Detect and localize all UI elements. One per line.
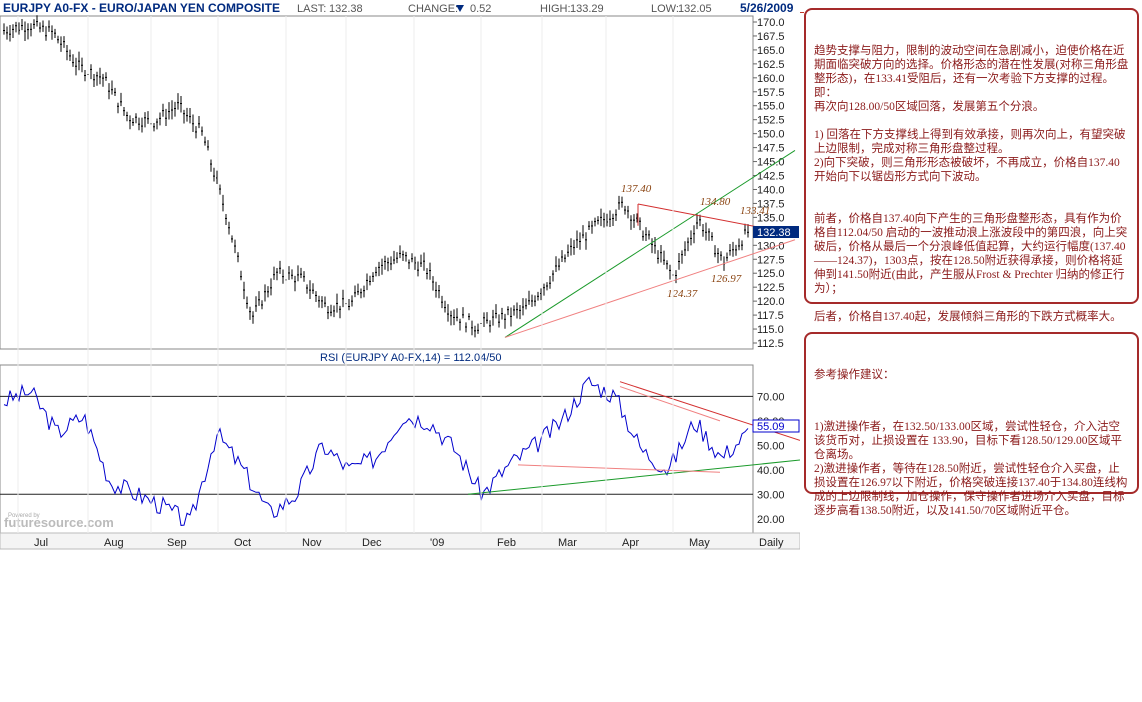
- x-tick-label: Jul: [34, 537, 48, 549]
- low-value: 132.05: [678, 3, 712, 15]
- rsi-label: RSI (EURJPY A0-FX,14) = 112.04/50: [320, 352, 502, 364]
- annotation-133-41: 133.41: [740, 205, 770, 217]
- price-tick-label: 140.0: [757, 184, 785, 196]
- x-tick-label: Sep: [167, 537, 187, 549]
- rsi-panel: [0, 364, 754, 534]
- rsi-tick-label: 70.00: [757, 391, 785, 403]
- rsi-tick-label: 40.00: [757, 465, 785, 477]
- rsi-tick-label: 50.00: [757, 440, 785, 452]
- price-tick-label: 150.0: [757, 129, 785, 141]
- x-tick-label: May: [689, 537, 710, 549]
- price-tick-label: 122.5: [757, 282, 785, 294]
- annotation-134-80: 134.80: [700, 196, 731, 208]
- price-tick-label: 162.5: [757, 59, 785, 71]
- rsi-tick-label: 30.00: [757, 489, 785, 501]
- x-tick-label: Nov: [302, 537, 322, 549]
- x-tick-label: Daily: [759, 537, 784, 549]
- change-value: 0.52: [470, 3, 491, 15]
- x-tick-label: Feb: [497, 537, 516, 549]
- price-tick-label: 117.5: [757, 310, 784, 322]
- annotation-137-40: 137.40: [621, 183, 652, 195]
- analysis-text: 趋势支撑与阻力，限制的波动空间在急剧减小，迫使价格在近期面临突破方向的选择。价格…: [814, 45, 1129, 323]
- price-tick-label: 115.0: [757, 324, 784, 336]
- advice-title: 参考操作建议：: [814, 369, 895, 381]
- last-value: 132.38: [329, 3, 363, 15]
- price-y-ticks: 112.5 115.0 117.5 120.0 122.5 125.0 127.5 130.0…: [753, 17, 785, 350]
- rsi-value-tag-text: 55.09: [757, 421, 785, 433]
- analysis-panel: 趋势支撑与阻力，限制的波动空间在急剧减小，迫使价格在近期面临突破方向的选择。价格…: [804, 8, 1139, 323]
- price-tick-label: 127.5: [757, 254, 785, 266]
- high-value: 133.29: [570, 3, 604, 15]
- chart-area: EURJPY A0-FX - EURO/JAPAN YEN COMPOSITE …: [0, 0, 800, 550]
- price-tick-label: 170.0: [757, 17, 785, 29]
- last-price-tag-text: 132.38: [757, 227, 791, 239]
- x-tick-label: Dec: [362, 537, 382, 549]
- price-tick-label: 152.5: [757, 115, 785, 127]
- rsi-tick-label: 20.00: [757, 514, 785, 526]
- x-tick-label: Apr: [622, 537, 639, 549]
- annotation-126-97: 126.97: [711, 273, 742, 285]
- x-tick-label: '09: [430, 537, 444, 549]
- price-tick-label: 130.0: [757, 240, 785, 252]
- advice-panel: 参考操作建议： 1)激进操作者，在132.50/133.00区域，尝试性轻仓，介…: [804, 332, 1139, 517]
- price-tick-label: 157.5: [757, 87, 785, 99]
- price-tick-label: 120.0: [757, 296, 785, 308]
- high-label: HIGH:: [540, 3, 571, 15]
- x-tick-label: Mar: [558, 537, 577, 549]
- price-tick-label: 112.5: [757, 338, 784, 350]
- x-tick-label: Aug: [104, 537, 124, 549]
- advice-text: 1)激进操作者，在132.50/133.00区域，尝试性轻仓，介入沽空该货币对，…: [814, 421, 1128, 517]
- price-tick-label: 165.0: [757, 45, 785, 57]
- price-tick-label: 147.5: [757, 143, 785, 155]
- price-tick-label: 125.0: [757, 268, 785, 280]
- chart-title: EURJPY A0-FX - EURO/JAPAN YEN COMPOSITE: [3, 1, 280, 15]
- price-tick-label: 160.0: [757, 73, 785, 85]
- low-label: LOW:: [651, 3, 679, 15]
- price-tick-label: 167.5: [757, 31, 785, 43]
- x-tick-label: Oct: [234, 537, 251, 549]
- annotation-124-37: 124.37: [667, 288, 698, 300]
- chart-date: 5/26/2009: [740, 1, 794, 15]
- watermark: futuresource.com: [4, 515, 114, 530]
- last-label: LAST:: [297, 3, 326, 15]
- chart-svg: EURJPY A0-FX - EURO/JAPAN YEN COMPOSITE …: [0, 0, 800, 550]
- change-label: CHANGE:: [408, 3, 458, 15]
- price-tick-label: 155.0: [757, 101, 785, 113]
- price-tick-label: 145.0: [757, 157, 785, 169]
